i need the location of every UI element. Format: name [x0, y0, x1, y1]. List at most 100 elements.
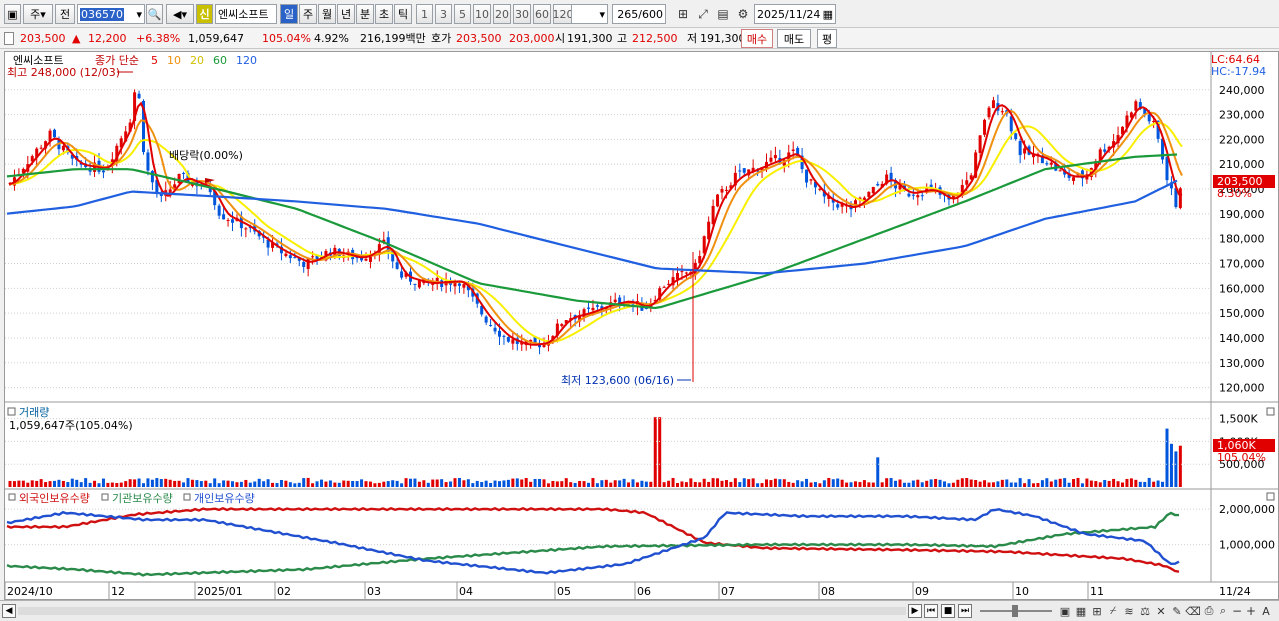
volume-bar	[1036, 483, 1040, 487]
scroll-right-icon[interactable]: ▶	[908, 604, 922, 618]
volume-bar	[364, 481, 368, 487]
volume-bar	[609, 482, 613, 487]
candle-body	[1045, 163, 1049, 165]
candle-body	[1178, 188, 1182, 208]
holding-series-marker-icon	[8, 493, 16, 501]
expand-icon[interactable]	[4, 32, 14, 45]
volume-bar	[1058, 478, 1062, 487]
volume-bar	[306, 477, 310, 487]
volume-bar	[498, 481, 501, 487]
volume-bar	[911, 480, 915, 487]
volume-bar	[805, 478, 809, 487]
interval-button-30[interactable]: 30	[513, 4, 531, 24]
interval-button-60[interactable]: 60	[533, 4, 551, 24]
sell-button[interactable]: 매도	[777, 29, 811, 48]
candle-body	[1058, 170, 1062, 172]
candle-body	[457, 283, 461, 286]
zoom-icon[interactable]: ⌕	[1216, 601, 1230, 621]
volume-bar	[204, 480, 208, 487]
line-tool-icon[interactable]: ⌿	[1106, 601, 1120, 621]
interval-button-20[interactable]: 20	[493, 4, 511, 24]
high-price: 212,500	[632, 32, 678, 45]
volume-bar	[159, 479, 163, 487]
chart-tool-icon[interactable]: ⊞	[674, 4, 692, 24]
volume-bar	[1027, 479, 1031, 487]
volume-bar	[360, 479, 364, 487]
date-input[interactable]: 2025/11/24 ▦	[754, 4, 836, 24]
period-tab-4[interactable]: 분	[356, 4, 374, 24]
scrollbar-track[interactable]	[18, 607, 906, 615]
buy-button[interactable]: 매수	[741, 29, 773, 48]
volume-bar	[885, 478, 889, 487]
font-size-icon[interactable]: A	[1259, 601, 1273, 621]
volume-bar	[235, 482, 239, 487]
eraser-icon[interactable]: ⌫	[1185, 601, 1201, 621]
candle-body	[560, 324, 564, 326]
last-page-icon[interactable]: ⏭	[958, 604, 972, 618]
zoom-out-icon[interactable]: −	[1230, 601, 1244, 621]
chart-canvas[interactable]: 240,000230,000220,000210,000200,000190,0…	[4, 52, 1278, 599]
code-input[interactable]: 036570 ▾	[77, 4, 145, 24]
zoom-slider-handle[interactable]	[1012, 605, 1018, 617]
brush-icon[interactable]: ✎	[1170, 601, 1184, 621]
interval-input[interactable]: ▾	[571, 4, 608, 24]
volume-bar	[186, 478, 190, 487]
compare-icon[interactable]: ⤢	[694, 4, 712, 24]
volume-bar	[297, 482, 301, 487]
period-tab-2[interactable]: 월	[318, 4, 336, 24]
stop-icon[interactable]: ■	[941, 604, 955, 618]
volume-bar	[182, 482, 186, 487]
layout-icon[interactable]: ▣	[1058, 601, 1072, 621]
window-icon[interactable]: ▣	[4, 4, 21, 24]
print-icon[interactable]: ⎙	[1202, 601, 1216, 621]
interval-button-1[interactable]: 1	[416, 4, 433, 24]
candle-body	[662, 286, 666, 288]
save-icon[interactable]: ▤	[714, 4, 732, 24]
scroll-left-icon[interactable]: ◀	[2, 604, 16, 618]
count-input[interactable]: 265/600	[612, 4, 666, 24]
volume-bar	[1005, 479, 1009, 487]
price-tick-label: 160,000	[1219, 282, 1265, 295]
candle-body	[907, 193, 911, 197]
chart-area[interactable]: 240,000 230,000 220,000 210,000 200,000 190,0…	[4, 51, 1279, 600]
holding-tick-label: 1,000,000	[1219, 539, 1275, 552]
volume-value: 1,059,647	[188, 32, 244, 45]
period-tab-0[interactable]: 일	[280, 4, 298, 24]
speaker-icon[interactable]: ◀▾	[166, 4, 194, 24]
market-select[interactable]: 주 ▾	[23, 4, 53, 24]
table-icon[interactable]: ▦	[1074, 601, 1088, 621]
period-tab-6[interactable]: 틱	[394, 4, 412, 24]
mode-button[interactable]: 전	[55, 4, 75, 24]
interval-button-3[interactable]: 3	[435, 4, 452, 24]
stock-name-field[interactable]: 엔씨소프트	[215, 4, 277, 24]
volume-bar	[934, 478, 938, 487]
fib-icon[interactable]: ≋	[1122, 601, 1136, 621]
scale-icon[interactable]: ⚖	[1138, 601, 1152, 621]
volume-bar	[756, 483, 760, 487]
interval-button-120[interactable]: 120	[553, 4, 573, 24]
volume-title: 거래량	[19, 406, 49, 419]
volume-bar	[889, 478, 893, 487]
gear-icon[interactable]: ⚙	[734, 4, 752, 24]
interval-button-10[interactable]: 10	[473, 4, 491, 24]
volume-bar	[653, 417, 657, 487]
interval-button-5[interactable]: 5	[454, 4, 471, 24]
bid-price: 203,000	[509, 32, 555, 45]
eval-button[interactable]: 평	[817, 29, 837, 48]
period-tab-1[interactable]: 주	[299, 4, 317, 24]
search-icon[interactable]: 🔍	[146, 4, 163, 24]
volume-bar	[987, 482, 991, 487]
volume-bar	[809, 482, 813, 487]
volume-bar	[128, 479, 132, 487]
volume-bar	[1072, 479, 1076, 487]
first-page-icon[interactable]: ⏮	[924, 604, 938, 618]
grid-icon[interactable]: ⊞	[1090, 601, 1104, 621]
period-tab-3[interactable]: 년	[337, 4, 355, 24]
volume-bar	[337, 482, 341, 487]
cross-icon[interactable]: ✕	[1154, 601, 1168, 621]
candle-body	[484, 316, 488, 323]
volume-bar	[765, 479, 768, 487]
period-tab-5[interactable]: 초	[375, 4, 393, 24]
volume-bar	[1174, 451, 1178, 487]
zoom-in-icon[interactable]: +	[1244, 601, 1258, 621]
